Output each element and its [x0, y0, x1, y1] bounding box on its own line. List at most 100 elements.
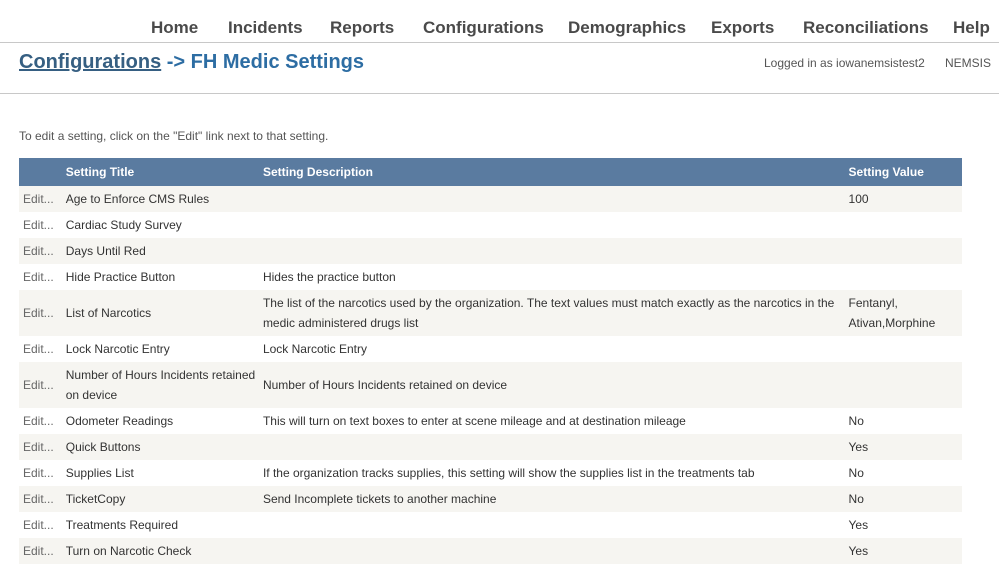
setting-description: Send Incomplete tickets to another machi…	[262, 486, 849, 512]
setting-description: Number of Hours Incidents retained on de…	[262, 362, 849, 408]
edit-link[interactable]: Edit...	[23, 218, 54, 232]
table-header-row: Setting Title Setting Description Settin…	[19, 158, 962, 186]
table-row: Edit... Odometer Readings This will turn o…	[19, 408, 962, 434]
table-row: Edit... Hide Practice Button Hides the pra…	[19, 264, 962, 290]
nav-home[interactable]: Home	[151, 18, 198, 38]
setting-title: Lock Narcotic Entry	[65, 336, 263, 362]
edit-cell: Edit...	[19, 362, 66, 408]
setting-description	[262, 512, 849, 538]
edit-link[interactable]: Edit...	[23, 342, 54, 356]
edit-link[interactable]: Edit...	[23, 440, 54, 454]
edit-cell: Edit...	[19, 512, 66, 538]
nav-demographics[interactable]: Demographics	[568, 18, 686, 38]
table-row: Edit... Lock Narcotic Entry Lock Narcotic …	[19, 336, 962, 362]
setting-value: No	[848, 460, 962, 486]
edit-link[interactable]: Edit...	[23, 244, 54, 258]
setting-description: Lock Narcotic Entry	[262, 336, 849, 362]
nav-exports[interactable]: Exports	[711, 18, 774, 38]
header-setting-title: Setting Title	[65, 158, 263, 186]
setting-description: Hides the practice button	[262, 264, 849, 290]
top-navigation: Home Incidents Reports Configurations De…	[0, 0, 999, 43]
nav-help[interactable]: Help	[953, 18, 990, 38]
page-title: Configurations -> FH Medic Settings	[19, 51, 364, 74]
edit-cell: Edit...	[19, 212, 66, 238]
breadcrumb-separator: ->	[161, 51, 191, 73]
setting-value: No	[848, 408, 962, 434]
setting-description	[262, 212, 849, 238]
setting-value	[848, 264, 962, 290]
setting-description	[262, 434, 849, 460]
nav-incidents[interactable]: Incidents	[228, 18, 303, 38]
setting-title: Turn on Narcotic Check	[65, 538, 263, 564]
page-title-text: FH Medic Settings	[190, 51, 365, 73]
setting-title: List of Narcotics	[65, 290, 263, 336]
edit-link[interactable]: Edit...	[23, 492, 54, 506]
setting-value: Yes	[848, 512, 962, 538]
setting-title: Odometer Readings	[65, 408, 263, 434]
setting-title: Cardiac Study Survey	[65, 212, 263, 238]
header-edit	[19, 158, 66, 186]
setting-value	[848, 336, 962, 362]
setting-description	[262, 186, 849, 212]
setting-value: No	[848, 486, 962, 512]
table-row: Edit... Age to Enforce CMS Rules 100	[19, 186, 962, 212]
edit-cell: Edit...	[19, 538, 66, 564]
edit-cell: Edit...	[19, 336, 66, 362]
setting-description	[262, 238, 849, 264]
edit-cell: Edit...	[19, 238, 66, 264]
setting-value: 100	[848, 186, 962, 212]
logged-in-user: Logged in as iowanemsistest2	[764, 56, 925, 70]
setting-value: Yes	[848, 538, 962, 564]
edit-link[interactable]: Edit...	[23, 306, 54, 320]
setting-description: If the organization tracks supplies, thi…	[262, 460, 849, 486]
nav-reconciliations[interactable]: Reconciliations	[803, 18, 929, 38]
edit-cell: Edit...	[19, 264, 66, 290]
edit-cell: Edit...	[19, 290, 66, 336]
table-row: Edit... TicketCopy Send Incomplete tickets…	[19, 486, 962, 512]
header-setting-description: Setting Description	[262, 158, 849, 186]
setting-value	[848, 238, 962, 264]
table-row: Edit... Quick Buttons Yes	[19, 434, 962, 460]
edit-link[interactable]: Edit...	[23, 544, 54, 558]
edit-link[interactable]: Edit...	[23, 466, 54, 480]
edit-cell: Edit...	[19, 434, 66, 460]
table-row: Edit... Cardiac Study Survey	[19, 212, 962, 238]
edit-link[interactable]: Edit...	[23, 518, 54, 532]
nav-reports[interactable]: Reports	[330, 18, 394, 38]
table-row: Edit... Supplies List If the organization …	[19, 460, 962, 486]
setting-title: Age to Enforce CMS Rules	[65, 186, 263, 212]
table-body: Edit... Age to Enforce CMS Rules 100 Edit..…	[19, 186, 962, 564]
edit-link[interactable]: Edit...	[23, 270, 54, 284]
edit-cell: Edit...	[19, 186, 66, 212]
setting-title: TicketCopy	[65, 486, 263, 512]
breadcrumb-configurations-link[interactable]: Configurations	[19, 51, 161, 73]
table-row: Edit... Number of Hours Incidents retaine…	[19, 362, 962, 408]
table-row: Edit... Turn on Narcotic Check Yes	[19, 538, 962, 564]
edit-link[interactable]: Edit...	[23, 378, 54, 392]
setting-description: The list of the narcotics used by the or…	[262, 290, 849, 336]
edit-cell: Edit...	[19, 460, 66, 486]
setting-description	[262, 538, 849, 564]
setting-value	[848, 212, 962, 238]
setting-title: Days Until Red	[65, 238, 263, 264]
page-header: Configurations -> FH Medic Settings Logg…	[0, 43, 999, 94]
nav-configurations[interactable]: Configurations	[423, 18, 544, 38]
setting-title: Quick Buttons	[65, 434, 263, 460]
table-row: Edit... Treatments Required Yes	[19, 512, 962, 538]
settings-table: Setting Title Setting Description Settin…	[19, 158, 962, 564]
edit-cell: Edit...	[19, 486, 66, 512]
edit-link[interactable]: Edit...	[23, 192, 54, 206]
setting-title: Treatments Required	[65, 512, 263, 538]
edit-link[interactable]: Edit...	[23, 414, 54, 428]
instructions-text: To edit a setting, click on the "Edit" l…	[19, 129, 329, 143]
header-setting-value: Setting Value	[848, 158, 962, 186]
setting-value: Yes	[848, 434, 962, 460]
table-row: Edit... List of Narcotics The list of the …	[19, 290, 962, 336]
setting-title: Number of Hours Incidents retained on de…	[65, 362, 263, 408]
setting-description: This will turn on text boxes to enter at…	[262, 408, 849, 434]
edit-cell: Edit...	[19, 408, 66, 434]
nemsis-label: NEMSIS	[945, 56, 992, 70]
setting-value	[848, 362, 962, 408]
table-row: Edit... Days Until Red	[19, 238, 962, 264]
setting-value: Fentanyl, Ativan,Morphine	[848, 290, 962, 336]
